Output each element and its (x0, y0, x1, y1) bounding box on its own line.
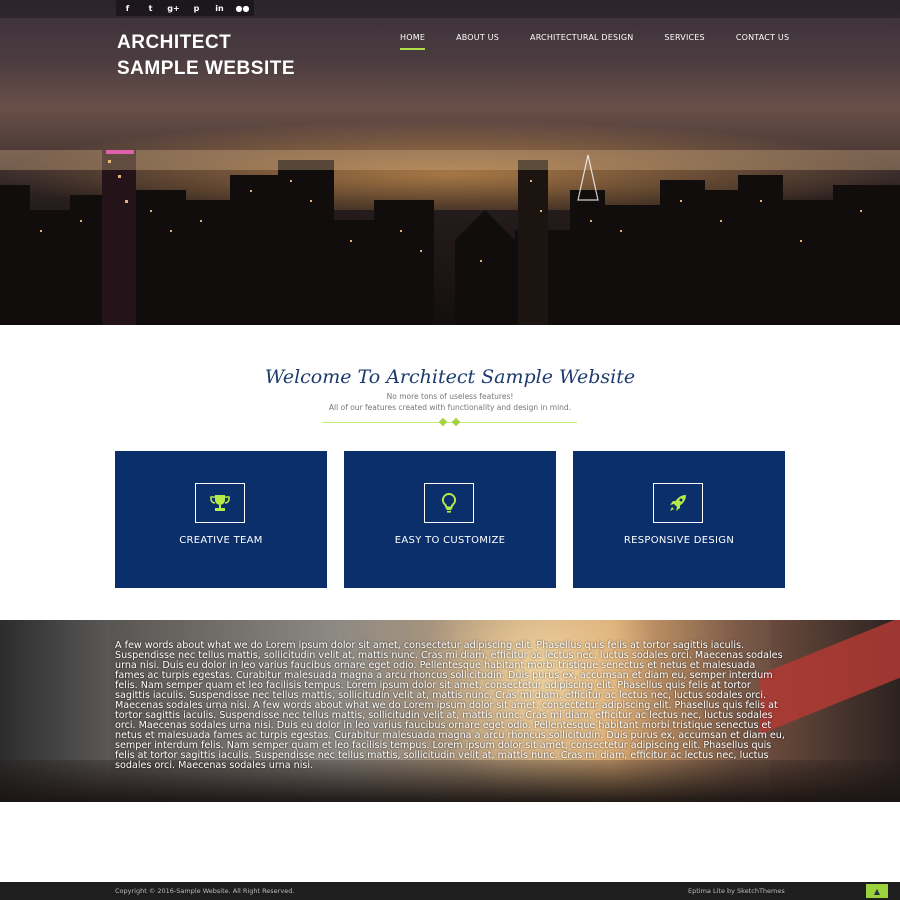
lightbulb-icon (441, 493, 457, 513)
flickr-icon[interactable]: ●● (231, 0, 254, 16)
site-logo[interactable]: ARCHITECT SAMPLE WEBSITE (117, 30, 295, 82)
twitter-icon[interactable]: t (139, 0, 162, 16)
feature-label: EASY TO CUSTOMIZE (394, 535, 506, 546)
feature-card-creative-team[interactable]: CREATIVE TEAM (115, 451, 327, 588)
feature-card-easy-to-customize[interactable]: EASY TO CUSTOMIZE (344, 451, 556, 588)
about-paragraph: A few words about what we do Lorem ipsum… (115, 640, 785, 771)
welcome-title: Welcome To Architect Sample Website (264, 366, 636, 388)
feature-card-responsive-design[interactable]: RESPONSIVE DESIGN (573, 451, 785, 588)
footer-credit[interactable]: Eptima Lite by SketchThemes (688, 887, 785, 895)
page: f t g+ p in ●● ARCHITECT SAMPLE WEBSITE … (0, 0, 900, 900)
pinterest-icon[interactable]: p (185, 0, 208, 16)
feature-label: CREATIVE TEAM (179, 535, 263, 546)
divider-diamond-left (438, 417, 448, 427)
social-links: f t g+ p in ●● (116, 0, 254, 16)
welcome-section: Welcome To Architect Sample Website No m… (0, 366, 900, 413)
trophy-icon (210, 495, 230, 511)
nav-about-us[interactable]: ABOUT US (456, 33, 499, 50)
footer-copyright: Copyright © 2016-Sample Website. All Rig… (115, 887, 295, 895)
linkedin-icon[interactable]: in (208, 0, 231, 16)
divider-diamond-right (451, 417, 461, 427)
feature-label: RESPONSIVE DESIGN (623, 535, 735, 546)
nav-contact-us[interactable]: CONTACT US (736, 33, 789, 50)
feature-icon-box (424, 483, 474, 523)
rocket-icon (670, 495, 686, 511)
logo-line-2: SAMPLE WEBSITE (117, 58, 296, 79)
welcome-tagline-1: No more tons of useless features! (386, 392, 514, 401)
nav-services[interactable]: SERVICES (664, 33, 704, 50)
nav-home[interactable]: HOME (400, 33, 426, 50)
logo-line-1: ARCHITECT (117, 32, 232, 53)
back-to-top-button[interactable]: ▲ (866, 884, 888, 898)
facebook-icon[interactable]: f (116, 0, 139, 16)
google-plus-icon[interactable]: g+ (162, 0, 185, 16)
about-parallax-section: A few words about what we do Lorem ipsum… (0, 620, 900, 802)
feature-icon-box (195, 483, 245, 523)
feature-icon-box (653, 483, 703, 523)
hero-banner: f t g+ p in ●● ARCHITECT SAMPLE WEBSITE … (0, 0, 900, 325)
section-divider (322, 422, 577, 423)
welcome-tagline-2: All of our features created with functio… (328, 403, 572, 412)
site-footer: Copyright © 2016-Sample Website. All Rig… (0, 882, 900, 900)
arrow-up-icon: ▲ (873, 886, 881, 896)
main-nav: HOME ABOUT US ARCHITECTURAL DESIGN SERVI… (400, 33, 820, 50)
nav-architectural-design[interactable]: ARCHITECTURAL DESIGN (530, 33, 633, 50)
